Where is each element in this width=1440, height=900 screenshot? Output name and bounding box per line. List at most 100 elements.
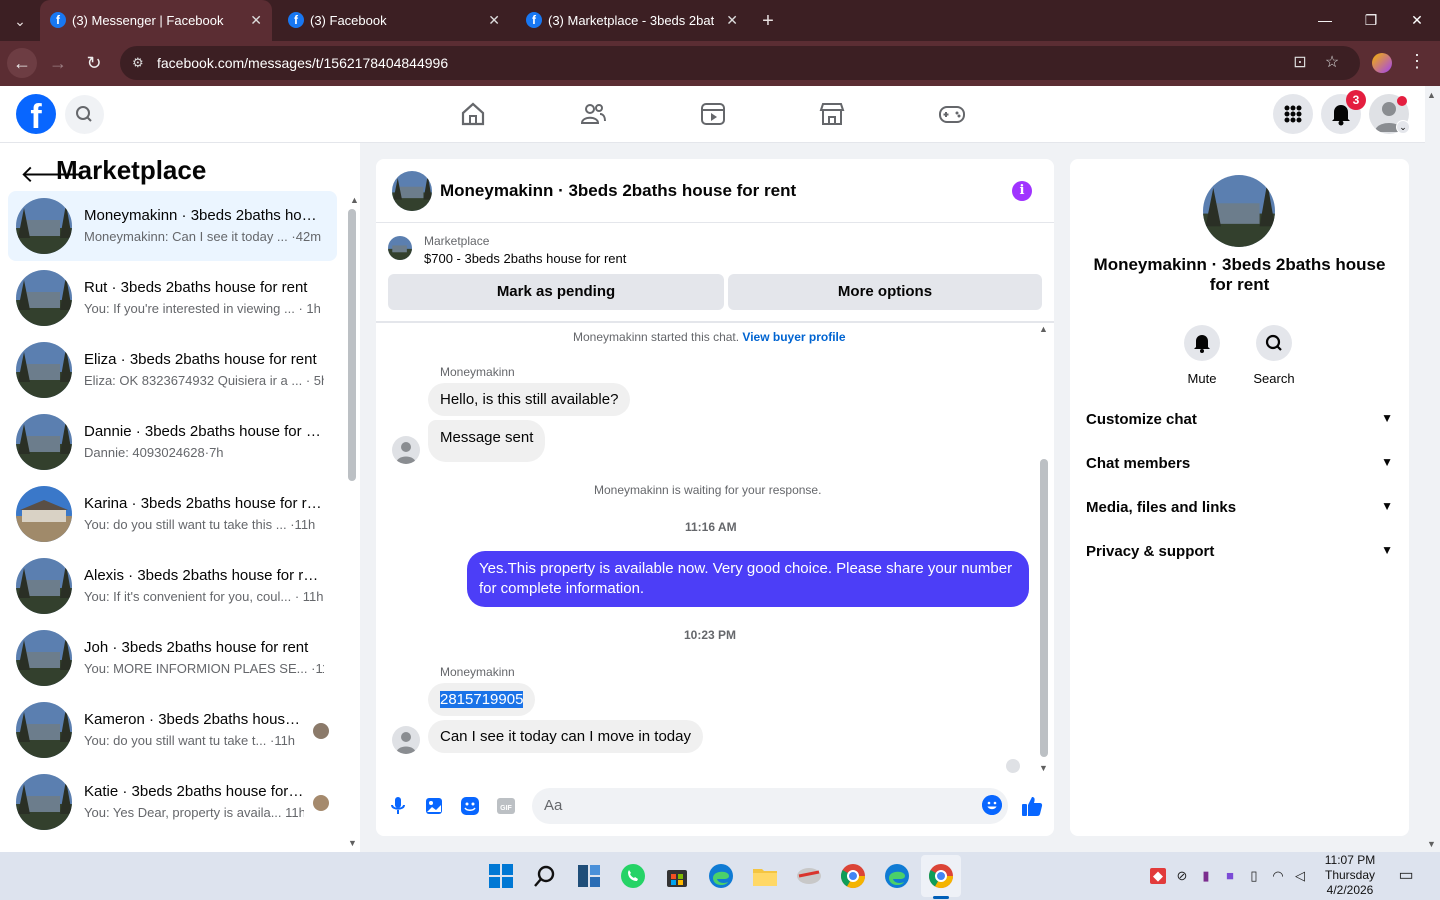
new-tab-icon[interactable]: +	[755, 8, 781, 34]
reload-icon[interactable]: ↻	[79, 48, 109, 78]
sticker-icon[interactable]	[459, 795, 481, 817]
conversation-item[interactable]: Dannie · 3beds 2baths house for rent Dan…	[8, 407, 337, 477]
taskbar-search-icon[interactable]	[531, 862, 559, 890]
video-icon[interactable]	[699, 100, 727, 128]
thumbs-up-icon[interactable]	[1020, 794, 1044, 818]
app-icon[interactable]	[795, 862, 823, 890]
tab-messenger[interactable]: f (3) Messenger | Facebook ✕	[40, 0, 272, 41]
file-explorer-icon[interactable]	[751, 862, 779, 890]
minimize-icon[interactable]: —	[1302, 0, 1348, 41]
conversation-item[interactable]: Joh · 3beds 2baths house for rent You: M…	[8, 623, 337, 693]
search-button[interactable]	[65, 95, 104, 134]
search-in-chat-button[interactable]: Search	[1244, 325, 1304, 386]
tab-search-chevron-icon[interactable]: ⌄	[7, 8, 33, 34]
wifi-icon[interactable]: ◠	[1270, 868, 1286, 884]
whatsapp-icon[interactable]	[619, 862, 647, 890]
tray-app-icon[interactable]: ▮	[1198, 868, 1214, 884]
chat-avatar[interactable]	[392, 171, 432, 211]
volume-icon[interactable]: ◁	[1292, 868, 1308, 884]
incoming-message[interactable]: Hello, is this still available?	[428, 383, 631, 416]
restore-icon[interactable]: ❐	[1348, 0, 1394, 41]
battery-icon[interactable]: ▯	[1246, 868, 1262, 884]
house-thumbnail	[16, 486, 72, 542]
browser-menu-icon[interactable]: ⋮	[1408, 51, 1426, 72]
conversation-item[interactable]: Rut · 3beds 2baths house for rent You: I…	[8, 263, 337, 333]
conversation-item[interactable]: Moneymakinn · 3beds 2baths house for ren…	[8, 191, 337, 261]
conversation-item[interactable]: Karina · 3beds 2baths house for rent You…	[8, 479, 337, 549]
customize-chat-section[interactable]: Customize chat ▼	[1086, 399, 1393, 443]
chat-title[interactable]: Moneymakinn · 3beds 2baths house for ren…	[440, 181, 796, 201]
message-input[interactable]: Aa	[532, 788, 1008, 824]
emoji-icon[interactable]	[982, 795, 1002, 815]
gaming-icon[interactable]	[938, 100, 966, 128]
page-scroll-down-icon[interactable]: ▼	[1427, 839, 1436, 849]
mute-button[interactable]: Mute	[1172, 325, 1232, 386]
scroll-up-arrow-icon[interactable]: ▲	[1039, 324, 1048, 334]
microsoft-store-icon[interactable]	[663, 862, 691, 890]
incoming-message[interactable]: Message sent	[428, 420, 546, 462]
menu-button[interactable]	[1273, 94, 1313, 134]
conversation-item[interactable]: Katie · 3beds 2baths house for rent You:…	[8, 767, 337, 837]
sender-avatar[interactable]	[392, 436, 420, 464]
install-app-icon[interactable]: ⊡	[1290, 53, 1310, 73]
facebook-logo-icon[interactable]: f	[16, 94, 56, 136]
more-options-button[interactable]: More options	[728, 274, 1042, 310]
info-icon[interactable]: i	[1012, 181, 1032, 201]
listing-title[interactable]: $700 - 3beds 2baths house for rent	[424, 251, 626, 266]
marketplace-icon[interactable]	[818, 100, 846, 128]
tray-folder-icon[interactable]: ■	[1222, 868, 1238, 884]
conversation-item[interactable]: Eliza · 3beds 2baths house for rent Eliz…	[8, 335, 337, 405]
mark-pending-button[interactable]: Mark as pending	[388, 274, 724, 310]
close-window-icon[interactable]: ✕	[1394, 0, 1440, 41]
scroll-down-arrow-icon[interactable]: ▼	[348, 838, 357, 848]
photo-icon[interactable]	[423, 795, 445, 817]
friends-icon[interactable]	[579, 100, 607, 128]
page-scroll-up-icon[interactable]: ▲	[1427, 90, 1436, 100]
conversation-name: Eliza · 3beds 2baths house for rent	[84, 351, 317, 368]
tray-app-icon[interactable]: ◆	[1150, 868, 1166, 884]
profile-avatar-icon[interactable]	[1372, 53, 1392, 73]
close-tab-icon[interactable]: ✕	[250, 0, 262, 41]
tray-hidden-icon[interactable]: ⊘	[1174, 868, 1190, 884]
address-bar[interactable]: ⚙ facebook.com/messages/t/15621784048449…	[120, 46, 1360, 80]
bookmark-star-icon[interactable]: ☆	[1322, 53, 1342, 73]
notification-center-icon[interactable]: ▭	[1398, 868, 1414, 884]
microphone-icon[interactable]	[387, 795, 409, 817]
site-settings-icon[interactable]: ⚙	[132, 55, 148, 71]
incoming-message[interactable]: Can I see it today can I move in today	[428, 720, 703, 753]
forward-icon[interactable]: →	[43, 48, 73, 78]
scroll-down-arrow-icon[interactable]: ▼	[1039, 763, 1048, 773]
conversation-item[interactable]: Kameron · 3beds 2baths house for rent Yo…	[8, 695, 337, 765]
tab-facebook[interactable]: f (3) Facebook ✕	[278, 0, 510, 41]
chevron-down-icon[interactable]: ⌄	[1396, 120, 1410, 134]
conversation-item[interactable]: Alexis · 3beds 2baths house for rent You…	[8, 551, 337, 621]
windows-start-icon[interactable]	[487, 862, 515, 890]
edge-profile-icon[interactable]	[883, 862, 911, 890]
profile-avatar[interactable]	[1203, 175, 1275, 247]
widgets-icon[interactable]	[575, 862, 603, 890]
home-icon[interactable]	[459, 100, 487, 128]
timestamp: 11:16 AM	[685, 520, 737, 534]
tab-marketplace[interactable]: f (3) Marketplace - 3beds 2baths ✕	[516, 0, 748, 41]
close-tab-icon[interactable]: ✕	[488, 0, 500, 41]
browser-toolbar: ← → ↻ ⚙ facebook.com/messages/t/15621784…	[0, 41, 1440, 86]
gif-icon[interactable]: GIF	[495, 795, 517, 817]
url-text[interactable]: facebook.com/messages/t/1562178404844996	[157, 46, 448, 80]
incoming-message[interactable]: 2815719905	[428, 683, 536, 716]
outgoing-message[interactable]: Yes.This property is available now. Very…	[467, 551, 1029, 607]
chat-scrollbar[interactable]	[1040, 459, 1048, 757]
edge-icon[interactable]	[707, 862, 735, 890]
sender-avatar[interactable]	[392, 726, 420, 754]
chrome-icon[interactable]	[839, 862, 867, 890]
chrome-active-icon[interactable]	[927, 862, 955, 890]
close-tab-icon[interactable]: ✕	[726, 0, 738, 41]
chat-members-section[interactable]: Chat members ▼	[1086, 443, 1393, 487]
scroll-up-arrow-icon[interactable]: ▲	[350, 195, 359, 205]
windows-taskbar: ◆ ⊘ ▮ ■ ▯ ◠ ◁ 11:07 PM Thursday 4/2/2026…	[0, 852, 1440, 900]
view-buyer-profile-link[interactable]: View buyer profile	[742, 330, 845, 344]
media-files-links-section[interactable]: Media, files and links ▼	[1086, 487, 1393, 531]
taskbar-clock[interactable]: 11:07 PM Thursday 4/2/2026	[1316, 853, 1384, 898]
privacy-support-section[interactable]: Privacy & support ▼	[1086, 531, 1393, 575]
sidebar-scrollbar[interactable]	[348, 209, 356, 481]
back-icon[interactable]: ←	[7, 48, 37, 78]
